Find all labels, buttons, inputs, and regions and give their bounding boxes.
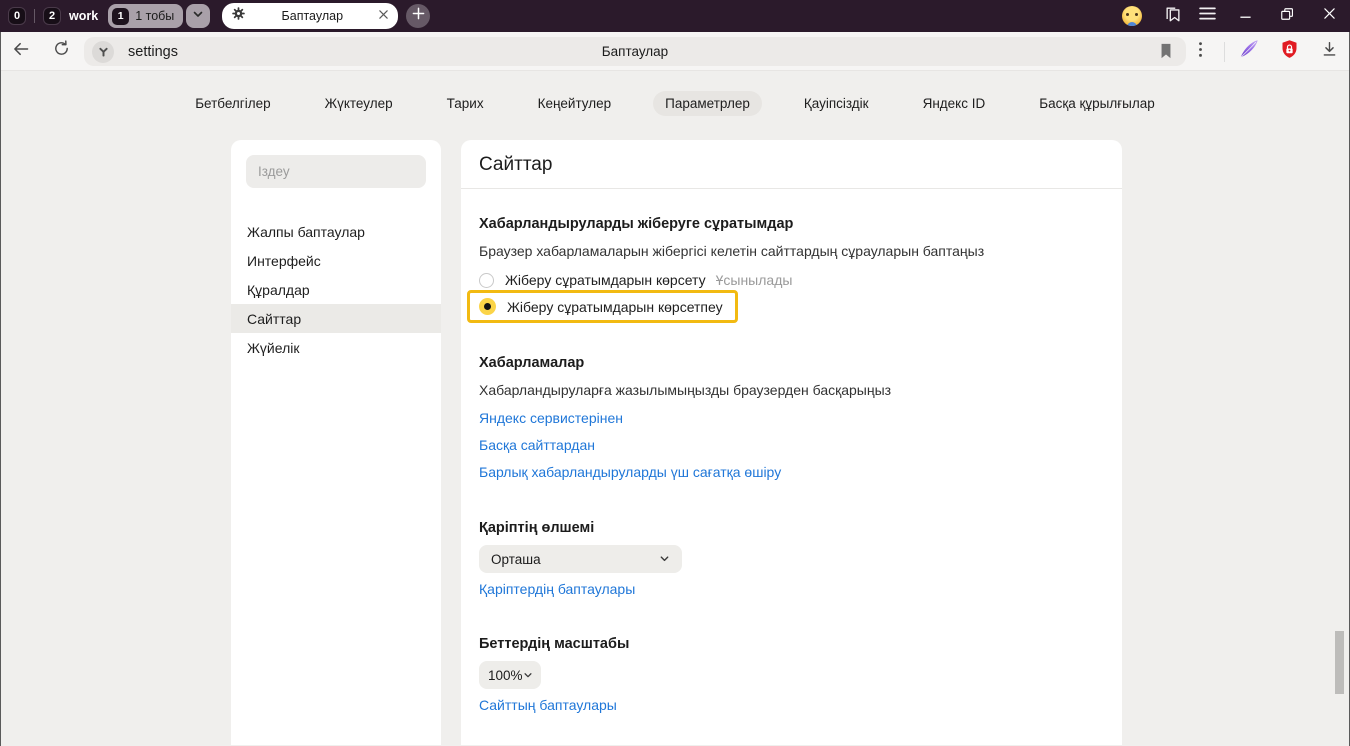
sidebar-item-system[interactable]: Жүйелік <box>231 333 441 362</box>
push-requests-description: Браузер хабарламаларын жібергісі келетін… <box>479 243 1104 259</box>
tab-group-label: 1 тобы <box>135 9 174 23</box>
notifications-heading: Хабарламалар <box>479 355 1104 371</box>
push-requests-heading: Хабарландыруларды жіберуге сұратымдар <box>479 216 1104 232</box>
tab-panels-button[interactable] <box>1156 0 1190 32</box>
divider <box>461 188 1122 189</box>
back-arrow-icon <box>11 40 31 63</box>
tab-group: 1 1 тобы <box>108 4 210 28</box>
tab-close-icon[interactable] <box>378 7 389 25</box>
back-button[interactable] <box>1 32 41 71</box>
annotation-highlight-box: Жіберу сұратымдарын көрсетпеу <box>467 290 738 323</box>
pinned-tab-badge[interactable]: 0 <box>8 7 26 25</box>
tab-security[interactable]: Қауіпсіздік <box>792 91 881 116</box>
page-scale-select[interactable]: 100% <box>479 661 541 689</box>
downloads-button[interactable] <box>1309 32 1349 71</box>
gear-icon <box>231 6 246 26</box>
link-mute-all-notifications[interactable]: Барлық хабарландыруларды үш сағатқа өшір… <box>479 464 781 480</box>
sidebar-item-sites[interactable]: Сайттар <box>231 304 441 333</box>
radio-option-show-requests[interactable]: Жіберу сұратымдарын көрсету Ұсынылады <box>479 272 1104 288</box>
tab-panels-icon <box>1163 5 1183 28</box>
lightweight-mode-button[interactable] <box>1229 32 1269 71</box>
link-other-sites[interactable]: Басқа сайттардан <box>479 437 595 453</box>
chevron-down-icon <box>192 7 204 25</box>
titlebar: 0 2 work 1 1 тобы <box>0 0 1350 32</box>
tab-bookmarks[interactable]: Бетбелгілер <box>183 91 282 116</box>
radio-option-hide-requests[interactable]: Жіберу сұратымдарын көрсетпеу <box>479 298 723 315</box>
page-title: Сайттар <box>479 154 1104 176</box>
chevron-down-icon <box>659 552 670 567</box>
pin-separator <box>34 9 35 23</box>
radio-selected-icon[interactable] <box>479 298 496 315</box>
pinned-tabs: 0 2 work <box>0 7 98 25</box>
tab-downloads[interactable]: Жүктеулер <box>313 91 405 116</box>
font-size-select[interactable]: Орташа <box>479 545 682 573</box>
restore-icon <box>1280 7 1294 26</box>
close-icon <box>1323 7 1336 25</box>
sidebar-item-general[interactable]: Жалпы баптаулар <box>231 217 441 246</box>
radio-label[interactable]: Жіберу сұратымдарын көрсету <box>505 272 706 288</box>
refresh-icon <box>52 39 71 63</box>
tab-settings[interactable]: Параметрлер <box>653 91 762 116</box>
feather-icon <box>1238 38 1260 65</box>
site-icon <box>92 41 114 63</box>
recommended-badge: Ұсынылады <box>716 272 793 288</box>
settings-sidebar: Жалпы баптаулар Интерфейс Құралдар Сайтт… <box>231 140 441 745</box>
search-input[interactable] <box>246 155 426 188</box>
bookmark-flag-icon[interactable] <box>1158 41 1174 66</box>
shield-lock-icon <box>1279 38 1300 65</box>
tab-yandex-id[interactable]: Яндекс ID <box>911 91 998 116</box>
addressbar-page-title: Баптаулар <box>84 44 1186 59</box>
address-bar: settings Баптаулар <box>1 32 1349 71</box>
page-scale-heading: Беттердің масштабы <box>479 636 1104 652</box>
tab-group-expand-button[interactable] <box>186 4 210 28</box>
protect-button[interactable] <box>1269 32 1309 71</box>
browser-tab-settings[interactable]: Баптаулар <box>222 3 398 29</box>
plus-icon <box>412 7 425 25</box>
sidebar-item-tools[interactable]: Құралдар <box>231 275 441 304</box>
tab-other-devices[interactable]: Басқа құрылғылар <box>1027 91 1167 116</box>
chevron-down-icon <box>523 668 533 683</box>
tab-history[interactable]: Тарих <box>435 91 496 116</box>
user-avatar[interactable] <box>1122 6 1142 26</box>
settings-page: Бетбелгілер Жүктеулер Тарих Кеңейтулер П… <box>1 71 1349 745</box>
font-size-heading: Қаріптің өлшемі <box>479 520 1104 536</box>
url-input[interactable]: settings Баптаулар <box>84 37 1186 66</box>
refresh-button[interactable] <box>41 32 81 71</box>
font-size-value: Орташа <box>491 552 541 567</box>
settings-nav-tabs: Бетбелгілер Жүктеулер Тарих Кеңейтулер П… <box>1 71 1349 116</box>
tab-extensions[interactable]: Кеңейтулер <box>526 91 624 116</box>
scrollbar-thumb[interactable] <box>1335 631 1344 694</box>
tab-group-pill[interactable]: 1 1 тобы <box>108 4 183 28</box>
window-minimize-button[interactable] <box>1224 0 1266 32</box>
new-tab-button[interactable] <box>406 4 430 28</box>
hamburger-menu-icon <box>1199 7 1216 25</box>
link-yandex-services[interactable]: Яндекс сервистерінен <box>479 410 623 426</box>
sidebar-item-interface[interactable]: Интерфейс <box>231 246 441 275</box>
settings-content: Сайттар Хабарландыруларды жіберуге сұрат… <box>461 140 1122 745</box>
download-icon <box>1320 39 1339 64</box>
pinned-tab-label[interactable]: work <box>69 9 98 23</box>
addressbar-more-button[interactable] <box>1180 32 1220 71</box>
url-text: settings <box>128 44 178 60</box>
browser-menu-button[interactable] <box>1190 0 1224 32</box>
pinned-tab-badge[interactable]: 2 <box>43 7 61 25</box>
tab-title: Баптаулар <box>252 9 372 23</box>
tab-group-count-badge: 1 <box>112 8 129 25</box>
minimize-icon <box>1239 7 1252 25</box>
window-restore-button[interactable] <box>1266 0 1308 32</box>
link-font-settings[interactable]: Қаріптердің баптаулары <box>479 581 635 597</box>
radio-unselected-icon[interactable] <box>479 273 494 288</box>
link-site-settings[interactable]: Сайттың баптаулары <box>479 697 617 713</box>
radio-label[interactable]: Жіберу сұратымдарын көрсетпеу <box>507 299 723 315</box>
toolbar-divider <box>1224 42 1225 62</box>
notifications-description: Хабарландыруларға жазылымыңызды браузерд… <box>479 382 1104 398</box>
vertical-dots-icon <box>1198 40 1203 64</box>
window-close-button[interactable] <box>1308 0 1350 32</box>
page-scale-value: 100% <box>488 668 523 683</box>
